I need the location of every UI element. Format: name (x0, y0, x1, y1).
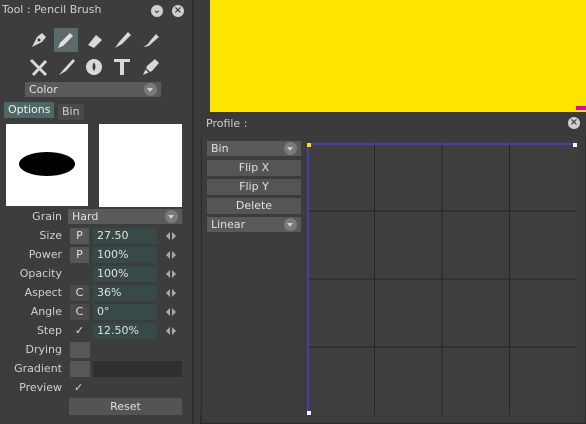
step-checkbox[interactable]: ✓ (70, 323, 89, 339)
opacity-label: Opacity (19, 267, 62, 280)
collapse-icon[interactable]: ⌄ (151, 5, 163, 17)
step-label: Step (36, 324, 62, 337)
profile-titlebar (201, 112, 586, 136)
flip-x-button[interactable]: Flip X (207, 160, 301, 176)
aspect-label: Aspect (24, 286, 62, 299)
curve-point-start (307, 143, 311, 147)
tool-panel-title: Tool : Pencil Brush (2, 3, 102, 16)
brush-icon[interactable] (55, 55, 79, 79)
aspect-spinner[interactable] (165, 288, 177, 301)
drying-checkbox[interactable] (70, 342, 90, 358)
aspect-field[interactable]: 36% (93, 285, 157, 301)
grain-dropdown[interactable]: Hard (68, 209, 182, 224)
size-label: Size (39, 229, 62, 242)
color-dropdown[interactable]: Color (25, 82, 161, 97)
drying-label: Drying (25, 343, 62, 356)
pen-nib-icon[interactable] (27, 28, 51, 52)
close-icon[interactable]: × (172, 5, 184, 17)
marker-icon[interactable] (111, 28, 135, 52)
aspect-curve-toggle[interactable]: C (70, 285, 89, 301)
profile-bin-dropdown[interactable]: Bin (207, 141, 301, 156)
stroke-preview (99, 124, 182, 207)
angle-field[interactable]: 0° (93, 304, 157, 320)
reset-button[interactable]: Reset (69, 398, 182, 415)
smudge-icon[interactable] (27, 55, 51, 79)
grain-dropdown-value: Hard (72, 210, 99, 223)
delete-button[interactable]: Delete (207, 198, 301, 214)
power-pressure-toggle[interactable]: P (70, 247, 89, 263)
size-spinner[interactable] (165, 231, 177, 244)
gradient-checkbox[interactable] (70, 361, 90, 377)
airbrush-icon[interactable] (139, 28, 163, 52)
profile-curve-graph[interactable] (307, 143, 577, 415)
angle-spinner[interactable] (165, 307, 177, 320)
gradient-bar[interactable] (93, 361, 182, 377)
color-dropdown-value: Color (29, 83, 58, 96)
step-field[interactable]: 12.50% (93, 323, 157, 339)
tab-bin[interactable]: Bin (58, 104, 84, 120)
chevron-down-icon (144, 83, 157, 96)
canvas-accent-stroke (576, 106, 586, 110)
opacity-field[interactable]: 100% (93, 266, 157, 282)
preview-label: Preview (19, 381, 62, 394)
text-tool-icon[interactable] (110, 55, 134, 79)
opacity-spinner[interactable] (165, 269, 177, 282)
chevron-down-icon (284, 142, 297, 155)
fill-drop-icon[interactable] (82, 55, 106, 79)
interpolation-dropdown[interactable]: Linear (207, 217, 301, 232)
interpolation-value: Linear (211, 218, 246, 231)
flip-y-button[interactable]: Flip Y (207, 179, 301, 195)
tab-options[interactable]: Options (4, 102, 55, 118)
chevron-down-icon (284, 218, 297, 231)
power-label: Power (28, 248, 62, 261)
gradient-label: Gradient (14, 362, 62, 375)
angle-curve-toggle[interactable]: C (70, 304, 89, 320)
close-icon[interactable]: × (568, 117, 580, 129)
power-spinner[interactable] (165, 250, 177, 263)
profile-bin-value: Bin (211, 142, 229, 155)
angle-label: Angle (30, 305, 62, 318)
curve-point-end (573, 143, 577, 147)
curve-point-bottom (307, 411, 311, 415)
brush-shape-preview (6, 124, 88, 206)
grain-label: Grain (32, 210, 62, 223)
size-field[interactable]: 27.50 (93, 228, 157, 244)
chevron-down-icon (165, 210, 178, 223)
eraser-icon[interactable] (83, 28, 107, 52)
preview-checkbox[interactable]: ✓ (74, 380, 83, 396)
step-spinner[interactable] (165, 326, 177, 339)
pencil-brush-icon[interactable] (54, 28, 78, 52)
power-field[interactable]: 100% (93, 247, 157, 263)
profile-title: Profile : (206, 117, 248, 130)
sticker-icon[interactable] (139, 55, 163, 79)
size-pressure-toggle[interactable]: P (70, 228, 89, 244)
